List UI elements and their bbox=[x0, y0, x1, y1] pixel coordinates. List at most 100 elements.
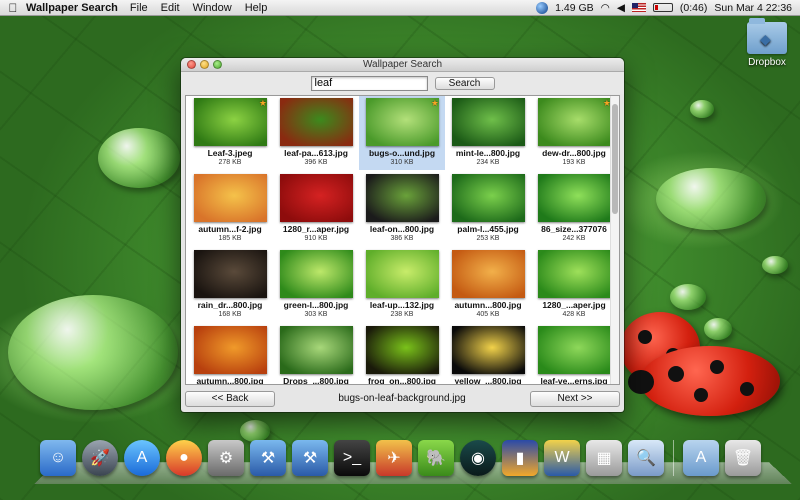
scroll-thumb[interactable] bbox=[612, 104, 618, 214]
apple-menu-icon[interactable]:  bbox=[0, 1, 26, 15]
result-cell[interactable]: rain_dr...800.jpg 168 KB bbox=[187, 248, 273, 322]
result-cell[interactable]: leaf-up...132.jpg 238 KB bbox=[359, 248, 445, 322]
dock-app-store-icon[interactable]: A bbox=[124, 440, 160, 476]
menu-file[interactable]: File bbox=[130, 2, 148, 14]
result-cell[interactable]: autumn...800.jpg 405 KB bbox=[445, 248, 531, 322]
favorite-star-icon[interactable]: ★ bbox=[259, 98, 267, 109]
result-filesize: 253 KB bbox=[476, 235, 500, 242]
dock-terminal-icon[interactable]: >_ bbox=[334, 440, 370, 476]
wallpaper-thumbnail[interactable] bbox=[280, 326, 353, 374]
wallpaper-thumbnail[interactable] bbox=[538, 174, 611, 222]
wallpaper-thumbnail[interactable] bbox=[538, 326, 611, 374]
wallpaper-thumbnail[interactable] bbox=[452, 326, 525, 374]
dock-trash-icon[interactable]: 🗑 bbox=[725, 440, 761, 476]
dock-applications-folder-icon[interactable]: A bbox=[683, 440, 719, 476]
result-cell[interactable]: ★ bugs-o...und.jpg 310 KB bbox=[359, 96, 445, 170]
water-droplet bbox=[98, 128, 180, 188]
result-cell[interactable]: Drops_...800.jpg bbox=[273, 324, 359, 384]
wallpaper-search-window: Wallpaper Search Search ★ Leaf-3.jpeg278 … bbox=[181, 58, 624, 412]
wallpaper-thumbnail[interactable] bbox=[538, 98, 611, 146]
result-cell[interactable]: ★ Leaf-3.jpeg 278 KB bbox=[187, 96, 273, 170]
result-cell[interactable]: ★ dew-dr...800.jpg 193 KB bbox=[531, 96, 617, 170]
result-filename: autumn...f-2.jpg bbox=[198, 224, 262, 234]
wallpaper-thumbnail[interactable] bbox=[194, 250, 267, 298]
result-filename: leaf-up...132.jpg bbox=[369, 300, 435, 310]
result-cell[interactable]: 86_size...377076 242 KB bbox=[531, 172, 617, 246]
menu-edit[interactable]: Edit bbox=[161, 2, 180, 14]
result-filesize: 185 KB bbox=[218, 235, 242, 242]
minimize-button[interactable] bbox=[200, 60, 209, 69]
zoom-button[interactable] bbox=[213, 60, 222, 69]
result-cell[interactable]: leaf-pa...613.jpg 396 KB bbox=[273, 96, 359, 170]
result-cell[interactable]: autumn...800.jpg278 KB bbox=[187, 324, 273, 384]
menu-app-name[interactable]: Wallpaper Search bbox=[26, 2, 118, 14]
result-filename: leaf-on...800.jpg bbox=[369, 224, 435, 234]
dock-evernote-icon[interactable]: 🐘 bbox=[418, 440, 454, 476]
scrollbar[interactable] bbox=[610, 96, 619, 384]
result-cell[interactable]: 1280_...aper.jpg 428 KB bbox=[531, 248, 617, 322]
result-cell[interactable]: yellow_...800.jpg bbox=[445, 324, 531, 384]
dock-system-preferences-icon[interactable]: ⚙ bbox=[208, 440, 244, 476]
wallpaper-thumbnail[interactable] bbox=[366, 326, 439, 374]
volume-icon[interactable]: ◀ bbox=[617, 2, 625, 14]
memory-status[interactable]: 1.49 GB bbox=[555, 2, 594, 14]
wallpaper-thumbnail[interactable] bbox=[280, 98, 353, 146]
water-droplet bbox=[704, 318, 732, 340]
battery-icon[interactable] bbox=[652, 3, 673, 12]
result-cell[interactable]: 1280_r...aper.jpg 910 KB bbox=[273, 172, 359, 246]
dock-instruments-icon[interactable]: ⚒ bbox=[292, 440, 328, 476]
globe-icon[interactable] bbox=[536, 1, 549, 14]
dock-calculator-icon[interactable]: ▦ bbox=[586, 440, 622, 476]
wallpaper-thumbnail[interactable] bbox=[280, 174, 353, 222]
dock-transmit-icon[interactable]: ✈ bbox=[376, 440, 412, 476]
result-filename: Leaf-3.jpeg bbox=[207, 148, 253, 158]
wallpaper-thumbnail[interactable] bbox=[366, 250, 439, 298]
wallpaper-thumbnail[interactable] bbox=[452, 250, 525, 298]
result-cell[interactable]: mint-le...800.jpg 234 KB bbox=[445, 96, 531, 170]
clock[interactable]: Sun Mar 4 22:36 bbox=[714, 2, 792, 14]
wallpaper-thumbnail[interactable] bbox=[366, 174, 439, 222]
close-button[interactable] bbox=[187, 60, 196, 69]
ladybug-right bbox=[628, 346, 780, 416]
dock-chrome-icon[interactable]: ● bbox=[166, 440, 202, 476]
dock-preview-icon[interactable]: 🔍 bbox=[628, 440, 664, 476]
wallpaper-thumbnail[interactable] bbox=[194, 326, 267, 374]
result-filename: palm-l...455.jpg bbox=[457, 224, 519, 234]
wallpaper-thumbnail[interactable] bbox=[194, 98, 267, 146]
battery-time[interactable]: (0:46) bbox=[680, 2, 707, 14]
wallpaper-thumbnail[interactable] bbox=[194, 174, 267, 222]
next-button[interactable]: Next >> bbox=[530, 391, 620, 407]
wallpaper-thumbnail[interactable] bbox=[366, 98, 439, 146]
wallpaper-thumbnail[interactable] bbox=[452, 174, 525, 222]
menu-help[interactable]: Help bbox=[245, 2, 268, 14]
dropbox-desktop-icon[interactable]: ◆ Dropbox bbox=[744, 18, 790, 68]
back-button[interactable]: << Back bbox=[185, 391, 275, 407]
result-filename: 1280_r...aper.jpg bbox=[282, 224, 350, 234]
wallpaper-thumbnail[interactable] bbox=[538, 250, 611, 298]
result-cell[interactable]: leaf-on...800.jpg 386 KB bbox=[359, 172, 445, 246]
window-titlebar[interactable]: Wallpaper Search bbox=[181, 58, 624, 72]
search-input[interactable] bbox=[310, 75, 428, 91]
dock-xcode-icon[interactable]: ⚒ bbox=[250, 440, 286, 476]
dock-wallpaper-app-icon[interactable]: W bbox=[544, 440, 580, 476]
dock-launchpad-icon[interactable]: 🚀 bbox=[82, 440, 118, 476]
menu-window[interactable]: Window bbox=[193, 2, 232, 14]
search-button[interactable]: Search bbox=[434, 76, 495, 90]
wallpaper-thumbnail[interactable] bbox=[452, 98, 525, 146]
result-cell[interactable]: autumn...f-2.jpg 185 KB bbox=[187, 172, 273, 246]
results-grid: ★ Leaf-3.jpeg 278 KB leaf-pa...613.jpg 396 K… bbox=[185, 95, 620, 385]
dock-istat-icon[interactable]: ▮ bbox=[502, 440, 538, 476]
favorite-star-icon[interactable]: ★ bbox=[431, 98, 439, 109]
dock-activity-monitor-icon[interactable]: ◉ bbox=[460, 440, 496, 476]
dock-finder-icon[interactable]: ☺ bbox=[40, 440, 76, 476]
wifi-icon[interactable]: ◠ bbox=[601, 2, 610, 14]
result-cell[interactable]: palm-l...455.jpg 253 KB bbox=[445, 172, 531, 246]
result-filesize: 303 KB bbox=[304, 311, 328, 318]
result-cell[interactable]: frog_on...800.jpg bbox=[359, 324, 445, 384]
result-filesize: 405 KB bbox=[476, 311, 500, 318]
wallpaper-thumbnail[interactable] bbox=[280, 250, 353, 298]
result-filename: dew-dr...800.jpg bbox=[542, 148, 606, 158]
input-source-flag-icon[interactable] bbox=[631, 3, 646, 12]
result-cell[interactable]: leaf-ve...erns.jpg bbox=[531, 324, 617, 384]
result-cell[interactable]: green-l...800.jpg 303 KB bbox=[273, 248, 359, 322]
